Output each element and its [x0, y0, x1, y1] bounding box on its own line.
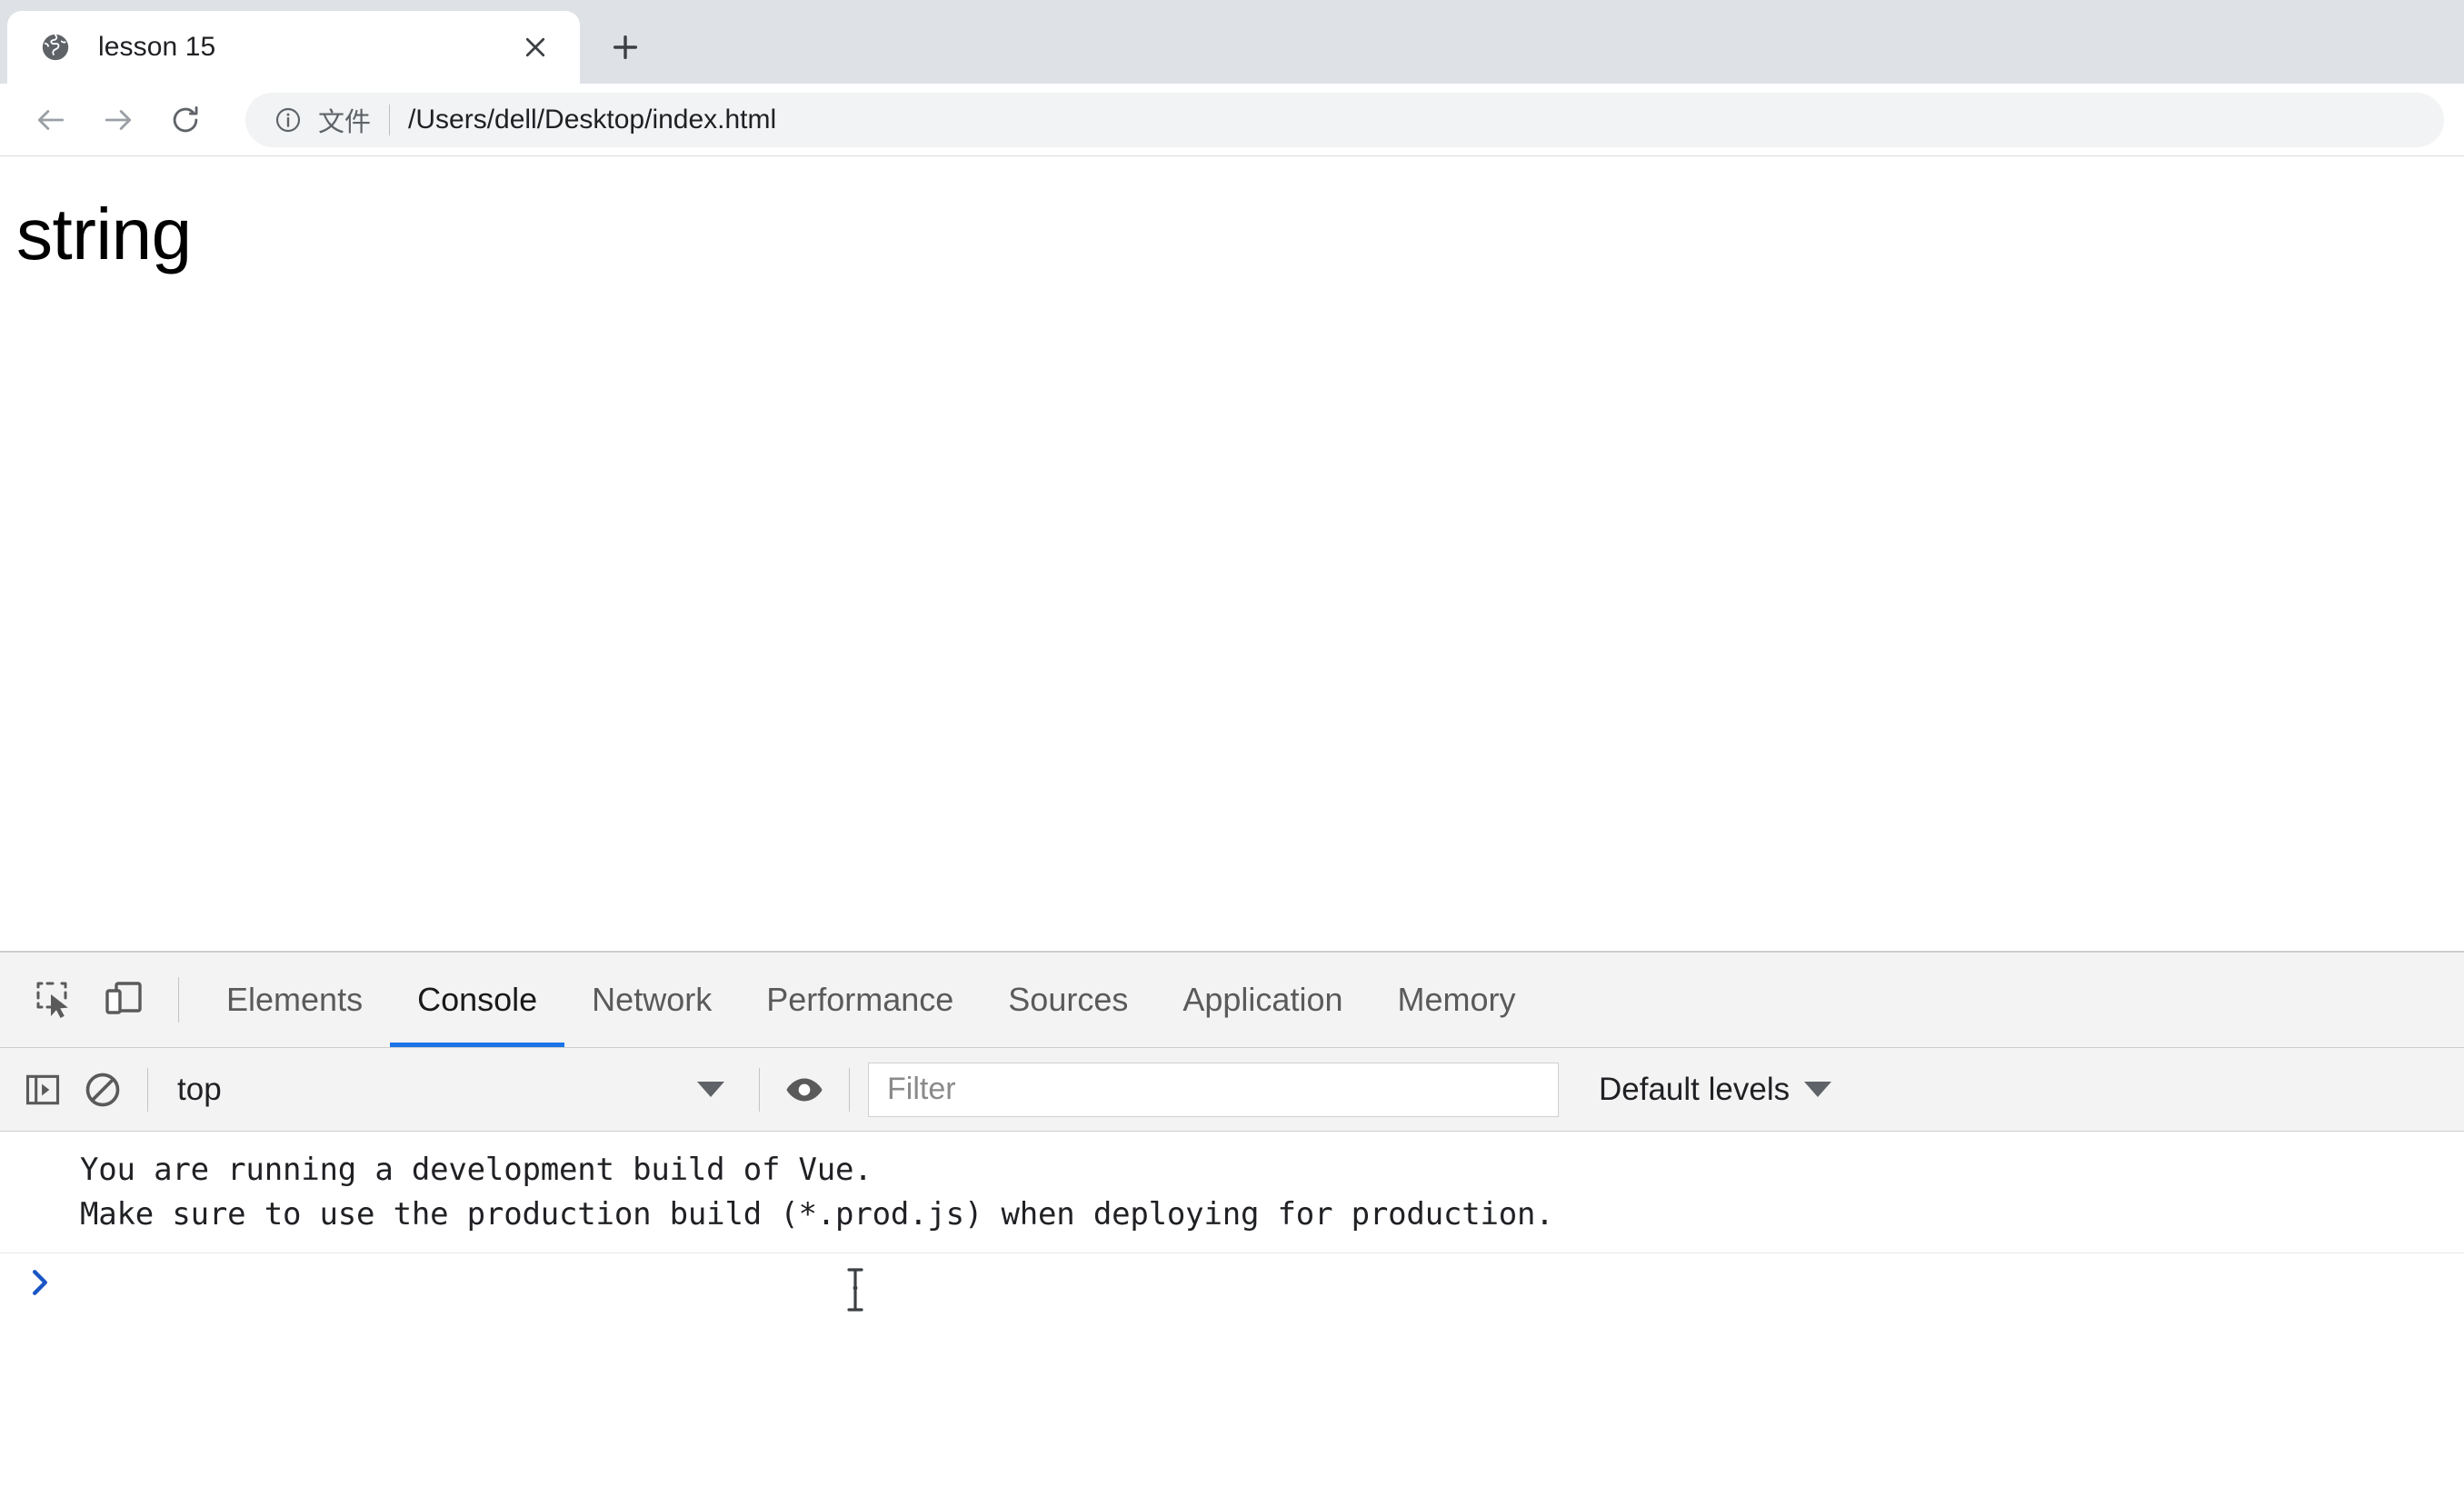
inspect-element-icon[interactable] [20, 965, 89, 1034]
plus-icon[interactable] [593, 15, 658, 80]
page-viewport: string [0, 156, 2464, 951]
arrow-right-icon[interactable] [87, 89, 149, 151]
devtools-tab-bar: Elements Console Network Performance Sou… [0, 953, 2464, 1048]
chevron-down-icon [697, 1082, 724, 1097]
search-input[interactable] [885, 1071, 1541, 1108]
tab-label: Sources [1008, 981, 1129, 1018]
console-log-levels-value: Default levels [1599, 1071, 1791, 1107]
clear-console-icon[interactable] [73, 1060, 133, 1120]
info-circle-icon[interactable] [273, 105, 304, 135]
tab-label: Memory [1397, 981, 1516, 1018]
tab-label: Console [417, 981, 538, 1018]
prompt-chevron-icon [20, 1257, 60, 1308]
console-sidebar-toggle-icon[interactable] [13, 1060, 73, 1120]
console-toolbar: top Default levels [0, 1048, 2464, 1132]
console-log-levels-dropdown[interactable]: Default levels [1590, 1063, 1841, 1117]
console-toolbar-divider-2 [759, 1067, 760, 1112]
browser-toolbar: 文件 /Users/dell/Desktop/index.html [0, 84, 2464, 156]
tab-console[interactable]: Console [390, 953, 565, 1047]
console-filter-field[interactable] [868, 1062, 1559, 1117]
globe-icon [40, 32, 71, 63]
console-context-value: top [177, 1071, 222, 1107]
browser-tab-strip: lesson 15 [0, 0, 2464, 84]
eye-icon[interactable] [774, 1060, 834, 1120]
tab-memory[interactable]: Memory [1371, 953, 1543, 1047]
console-output[interactable]: You are running a development build of V… [0, 1132, 2464, 1507]
browser-tab-title: lesson 15 [98, 32, 216, 62]
address-bar[interactable]: 文件 /Users/dell/Desktop/index.html [245, 92, 2444, 147]
omnibox-divider [389, 104, 391, 135]
console-prompt[interactable] [0, 1253, 2464, 1332]
devtools-toolbar-divider [178, 977, 179, 1023]
console-toolbar-divider-3 [849, 1067, 850, 1112]
tab-label: Application [1182, 981, 1343, 1018]
tab-label: Performance [766, 981, 954, 1018]
reload-icon[interactable] [155, 89, 216, 151]
browser-tab[interactable]: lesson 15 [7, 11, 580, 84]
page-heading: string [16, 194, 192, 274]
tab-label: Network [592, 981, 713, 1018]
console-message: You are running a development build of V… [0, 1132, 2464, 1253]
tab-label: Elements [226, 981, 364, 1018]
close-icon[interactable] [514, 26, 556, 68]
url-scheme-label: 文件 [318, 107, 372, 137]
tab-performance[interactable]: Performance [739, 953, 981, 1047]
chevron-down-icon [1804, 1082, 1832, 1097]
tab-application[interactable]: Application [1155, 953, 1370, 1047]
arrow-left-icon[interactable] [20, 89, 82, 151]
console-input[interactable] [60, 1253, 2464, 1304]
device-toolbar-icon[interactable] [89, 965, 158, 1034]
console-context-selector[interactable]: top [163, 1063, 744, 1117]
console-toolbar-divider [147, 1067, 148, 1112]
tab-sources[interactable]: Sources [981, 953, 1155, 1047]
address-bar-url: /Users/dell/Desktop/index.html [408, 104, 777, 135]
tab-network[interactable]: Network [564, 953, 739, 1047]
tab-elements[interactable]: Elements [199, 953, 390, 1047]
devtools-panel: Elements Console Network Performance Sou… [0, 951, 2464, 1507]
browser-window: lesson 15 文件 /Users/dell/Desktop/index.h… [0, 0, 2464, 1507]
